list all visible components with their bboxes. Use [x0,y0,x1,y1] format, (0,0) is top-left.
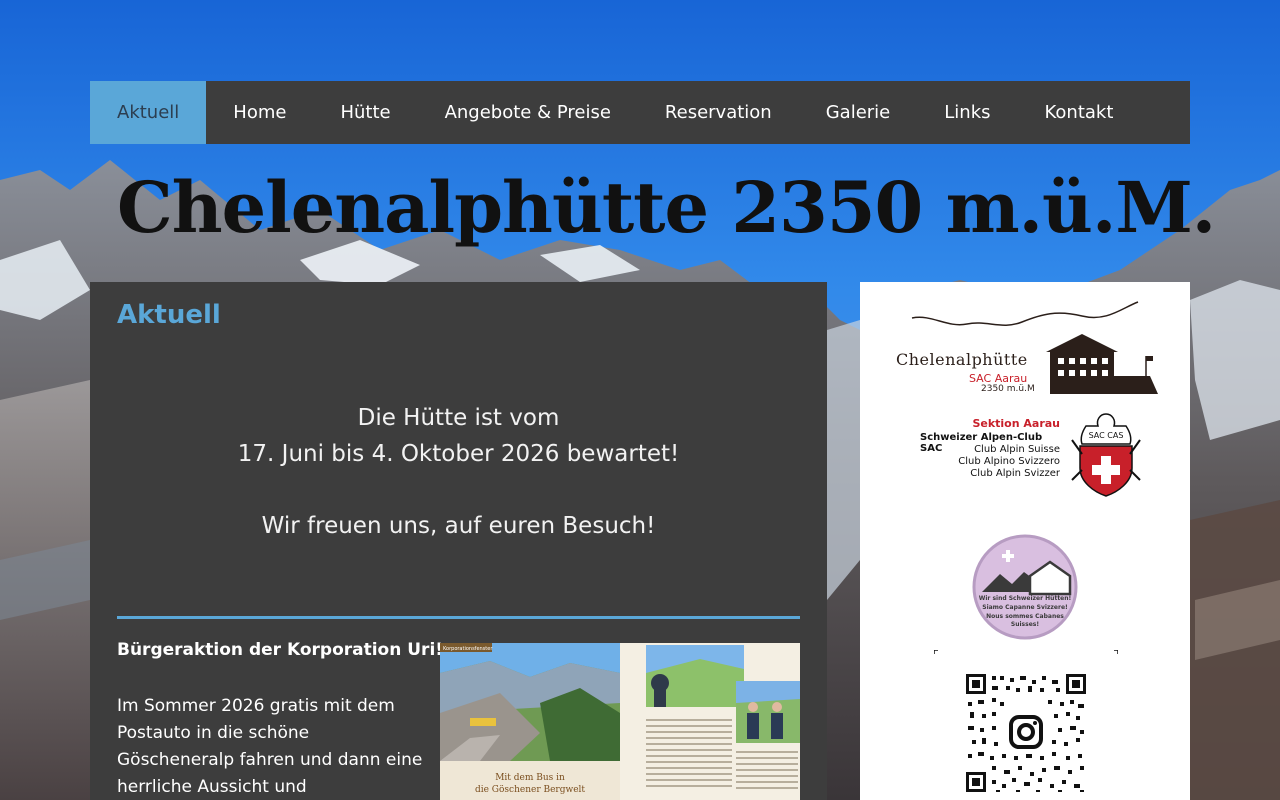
qr-code-graphic [933,649,1119,792]
site-title: Chelenalphütte 2350 m.ü.M. [117,166,1216,249]
announce-line-2: 17. Juni bis 4. Oktober 2026 bewartet! [237,441,680,467]
sac-line: Club Alpin Suisse [974,444,1060,455]
badge-line-1: Wir sind Schweizer Hütten! [979,595,1072,602]
sidebar: Chelenalphütte SAC Aarau 2350 m.ü.M Sekt… [860,282,1190,800]
magazine-caption-1: Mit dem Bus in [495,773,565,783]
section-divider [117,616,800,619]
badge-line-4: Suisses! [1011,621,1039,628]
promo-text-line: Im Sommer 2026 gratis mit dem [117,696,395,716]
sac-aarau-logo[interactable]: Sektion Aarau Schweizer Alpen-Club SAC C… [920,413,1141,500]
sac-line: Club Alpin Svizzer [970,468,1060,479]
page-heading: Aktuell [117,300,221,330]
announce-line-1: Die Hütte ist vom [357,405,560,431]
sac-crest-icon: SAC CAS [1071,413,1141,497]
promo-text-line: Postauto in die schöne [117,723,310,743]
swiss-huts-badge-graphic: Wir sind Schweizer Hütten! Siamo Capanne… [972,534,1078,640]
promo-text: Im Sommer 2026 gratis mit dem Postauto i… [117,693,427,800]
main-content: Aktuell Die Hütte ist vom 17. Juni bis 4… [90,282,827,800]
sac-line: Club Alpino Svizzero [958,456,1060,467]
instagram-qr-code[interactable] [933,649,1119,800]
season-announcement: Die Hütte ist vom 17. Juni bis 4. Oktobe… [117,400,800,544]
magazine-article-image[interactable]: Korporationsfenster Mit dem Bus in die G… [440,643,800,800]
nav-item-links[interactable]: Links [917,81,1017,144]
logo-altitude: 2350 m.ü.M [981,384,1035,394]
logo-hut-name: Chelenalphütte [896,350,1028,369]
badge-line-2: Siamo Capanne Svizzere! [982,604,1068,611]
promo-text-line: herrliche Aussicht und [117,777,307,797]
magazine-spread-graphic: Korporationsfenster Mit dem Bus in die G… [440,643,800,800]
sac-section-name: Sektion Aarau [972,417,1060,430]
nav-item-reservation[interactable]: Reservation [638,81,799,144]
nav-item-kontakt[interactable]: Kontakt [1018,81,1141,144]
instagram-icon [1008,714,1044,750]
nav-item-aktuell[interactable]: Aktuell [90,81,207,144]
nav-item-angebote-preise[interactable]: Angebote & Preise [418,81,638,144]
swiss-huts-badge[interactable]: Wir sind Schweizer Hütten! Siamo Capanne… [972,534,1078,640]
nav-item-galerie[interactable]: Galerie [799,81,918,144]
badge-line-3: Nous sommes Cabanes [986,613,1064,620]
promo-text-line: Göscheneralp fahren und dann eine [117,750,423,770]
announce-line-3: Wir freuen uns, auf euren Besuch! [261,513,656,539]
main-navigation: Aktuell Home Hütte Angebote & Preise Res… [90,81,1190,144]
nav-item-huette[interactable]: Hütte [313,81,417,144]
hut-logo[interactable]: Chelenalphütte SAC Aarau 2350 m.ü.M [892,300,1162,400]
magazine-caption-2: die Göschener Bergwelt [475,785,585,795]
magazine-tag: Korporationsfenster [443,646,493,652]
nav-item-home[interactable]: Home [206,81,313,144]
promo-title: Bürgeraktion der Korporation Uri! [117,640,444,660]
sac-crest-text: SAC CAS [1089,431,1124,440]
